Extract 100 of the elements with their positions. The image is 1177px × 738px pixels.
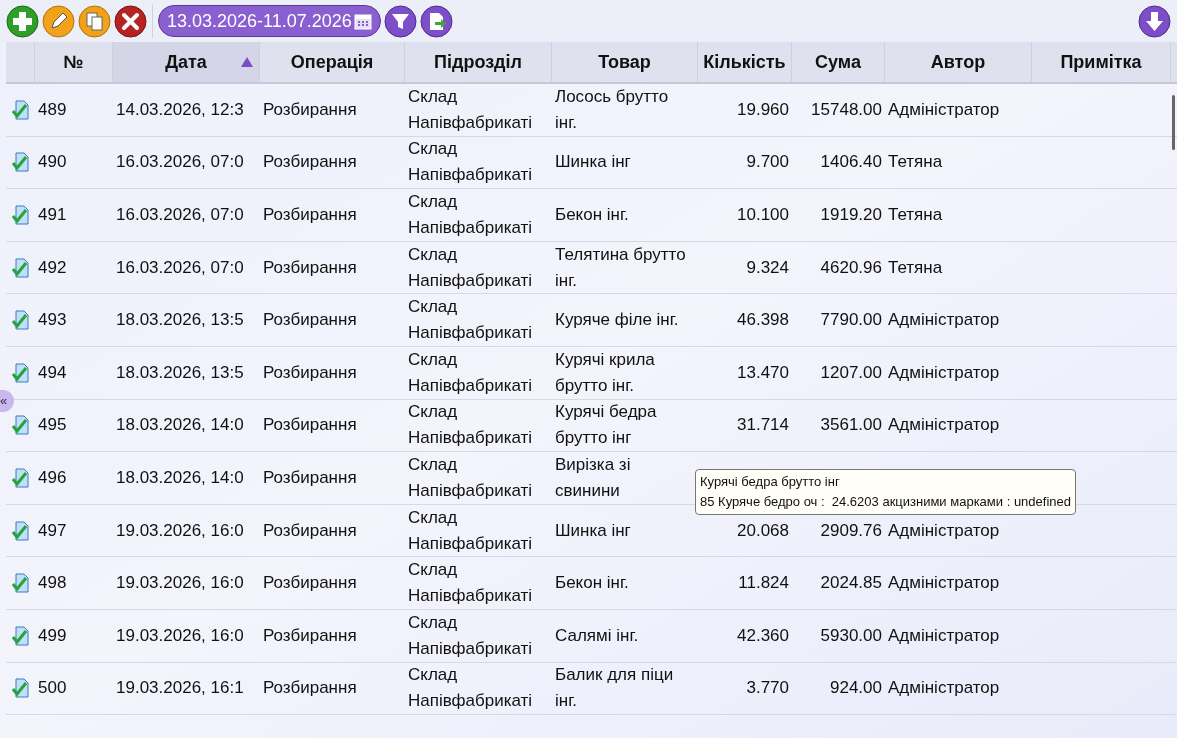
table-cell-text: Склад Напівфабрикаті bbox=[408, 191, 534, 239]
table-cell-text: 31.714 bbox=[737, 414, 789, 437]
document-check-icon bbox=[10, 99, 31, 120]
document-check-icon bbox=[10, 205, 31, 225]
add-icon bbox=[6, 4, 39, 38]
document-check-icon bbox=[10, 625, 31, 646]
table-cell-text: Адміністратор bbox=[888, 309, 1000, 332]
table-cell-text: Тетяна bbox=[888, 256, 943, 279]
document-check-icon bbox=[10, 152, 31, 173]
table-cell-text: Розбирання bbox=[263, 466, 357, 489]
table-cell-text: Лосось брутто інг. bbox=[555, 85, 670, 134]
calendar-icon bbox=[353, 12, 372, 30]
table-cell-text: 491 bbox=[38, 204, 67, 226]
table-cell-text: Бекон інг. bbox=[555, 204, 629, 226]
table-cell-text: 1207.00 bbox=[820, 361, 882, 384]
table-cell-text: 18.03.2026, 14:0 bbox=[116, 414, 244, 437]
table-cell-text: 13.470 bbox=[737, 361, 789, 384]
column-header[interactable]: Підрозділ bbox=[434, 48, 522, 76]
table-cell-text: 11.824 bbox=[738, 572, 789, 595]
table-cell-text: Склад Напівфабрикаті bbox=[408, 348, 534, 397]
table-cell-text: Курячі бедра брутто інг bbox=[555, 401, 658, 450]
table-cell-text: Розбирання bbox=[263, 677, 357, 700]
document-check-icon bbox=[10, 678, 31, 699]
table-cell-text: Розбирання bbox=[263, 572, 357, 595]
table-cell-text: Розбирання bbox=[263, 204, 357, 226]
table-cell-text: 18.03.2026, 13:5 bbox=[116, 361, 244, 384]
table-cell-text: 499 bbox=[38, 624, 67, 647]
document-check-icon bbox=[10, 415, 31, 436]
table-cell-text: 498 bbox=[38, 572, 67, 595]
scrollbar-thumb[interactable] bbox=[1172, 95, 1175, 150]
close-icon bbox=[114, 4, 147, 38]
pencil-icon bbox=[42, 4, 75, 38]
column-header[interactable]: Дата bbox=[165, 48, 207, 76]
document-check-icon bbox=[10, 520, 31, 541]
table-cell-text: 496 bbox=[38, 466, 67, 489]
document-check-icon bbox=[10, 467, 31, 488]
table-cell-text: 18.03.2026, 13:5 bbox=[116, 309, 244, 332]
table-cell-text: 497 bbox=[38, 519, 67, 542]
table-cell-text: Склад Напівфабрикаті bbox=[408, 559, 534, 608]
table-cell-text: Склад Напівфабрикаті bbox=[408, 85, 534, 134]
add-button[interactable] bbox=[6, 4, 39, 38]
table-cell-text: Адміністратор bbox=[888, 361, 1000, 384]
collapse-tab[interactable]: « bbox=[0, 390, 14, 412]
table-cell-text: Склад Напівфабрикаті bbox=[408, 296, 534, 345]
table-cell-text: Адміністратор bbox=[888, 677, 1000, 700]
table-cell-text: Розбирання bbox=[263, 519, 357, 542]
column-header[interactable]: Кількість bbox=[703, 48, 786, 76]
table-cell-text: 18.03.2026, 14:0 bbox=[116, 466, 244, 489]
column-header[interactable]: № bbox=[63, 48, 84, 76]
edit-button[interactable] bbox=[42, 4, 75, 38]
table-cell-text: Шинка інг bbox=[555, 151, 631, 174]
table-cell-text: 494 bbox=[38, 361, 67, 384]
table-cell-text: Адміністратор bbox=[888, 414, 1000, 437]
table-cell-text: 3561.00 bbox=[820, 414, 882, 437]
document-check-icon bbox=[10, 310, 31, 331]
table-cell-text: 493 bbox=[38, 309, 67, 332]
table-cell-text: 19.03.2026, 16:1 bbox=[116, 677, 244, 700]
filter-button[interactable] bbox=[383, 4, 417, 38]
table-cell-text: Розбирання bbox=[263, 256, 357, 279]
table-cell-text: Склад Напівфабрикаті bbox=[408, 243, 534, 292]
table-cell-text: 19.03.2026, 16:0 bbox=[116, 624, 244, 647]
column-header[interactable]: Примітка bbox=[1060, 48, 1142, 76]
table-cell-text: 42.360 bbox=[737, 624, 789, 647]
date-range-button[interactable]: 13.03.2026-11.07.2026 bbox=[158, 5, 381, 37]
table-cell-text: 15748.00 bbox=[811, 98, 882, 121]
table-cell-text: Куряче філе інг. bbox=[555, 309, 679, 332]
column-header[interactable]: Сума bbox=[815, 48, 861, 76]
table-cell-text: 9.700 bbox=[746, 151, 789, 174]
document-check-icon bbox=[10, 257, 31, 278]
table-cell-text: Вирізка зі свинини bbox=[555, 453, 632, 502]
table-cell-text: 489 bbox=[38, 98, 67, 121]
table-cell-text: Балик для піци інг. bbox=[555, 664, 675, 713]
table-cell-text: 20.068 bbox=[737, 519, 789, 542]
table-cell-text: Адміністратор bbox=[888, 572, 1000, 595]
copy-button[interactable] bbox=[78, 4, 111, 38]
table-cell-text: Розбирання bbox=[263, 151, 357, 174]
table-cell-text: 492 bbox=[38, 256, 67, 279]
table-cell-text: Тетяна bbox=[888, 204, 943, 226]
table-cell-text: Склад Напівфабрикаті bbox=[408, 506, 534, 555]
column-header[interactable]: Автор bbox=[930, 48, 986, 76]
table-cell-text: Шинка інг bbox=[555, 519, 631, 542]
export-icon bbox=[419, 4, 453, 38]
table-cell-text: 5930.00 bbox=[820, 624, 882, 647]
table-cell-text: 495 bbox=[38, 414, 67, 437]
table-cell-text: Салямі інг. bbox=[555, 624, 639, 647]
table-cell-text: 4620.96 bbox=[820, 256, 882, 279]
table-cell-text: 2024.85 bbox=[820, 572, 882, 595]
delete-button[interactable] bbox=[114, 4, 147, 38]
download-button[interactable] bbox=[1138, 4, 1171, 38]
table-cell-text: Розбирання bbox=[263, 98, 357, 121]
table-cell-text: Склад Напівфабрикаті bbox=[408, 401, 534, 450]
export-button[interactable] bbox=[419, 4, 453, 38]
tooltip: Курячі бедра брутто інг 85 Куряче бедро оч : 24.6203 акцизними марками : undefined bbox=[695, 469, 1076, 515]
column-header[interactable]: Товар bbox=[598, 48, 651, 76]
table-cell-text: Склад Напівфабрикаті bbox=[408, 453, 534, 502]
table-cell-text: Тетяна bbox=[888, 151, 943, 174]
table-cell-text: Розбирання bbox=[263, 309, 357, 332]
table-cell-text: 10.100 bbox=[737, 204, 789, 226]
column-header[interactable]: Операція bbox=[290, 48, 374, 76]
table-cell-text: Склад Напівфабрикаті bbox=[408, 664, 534, 713]
